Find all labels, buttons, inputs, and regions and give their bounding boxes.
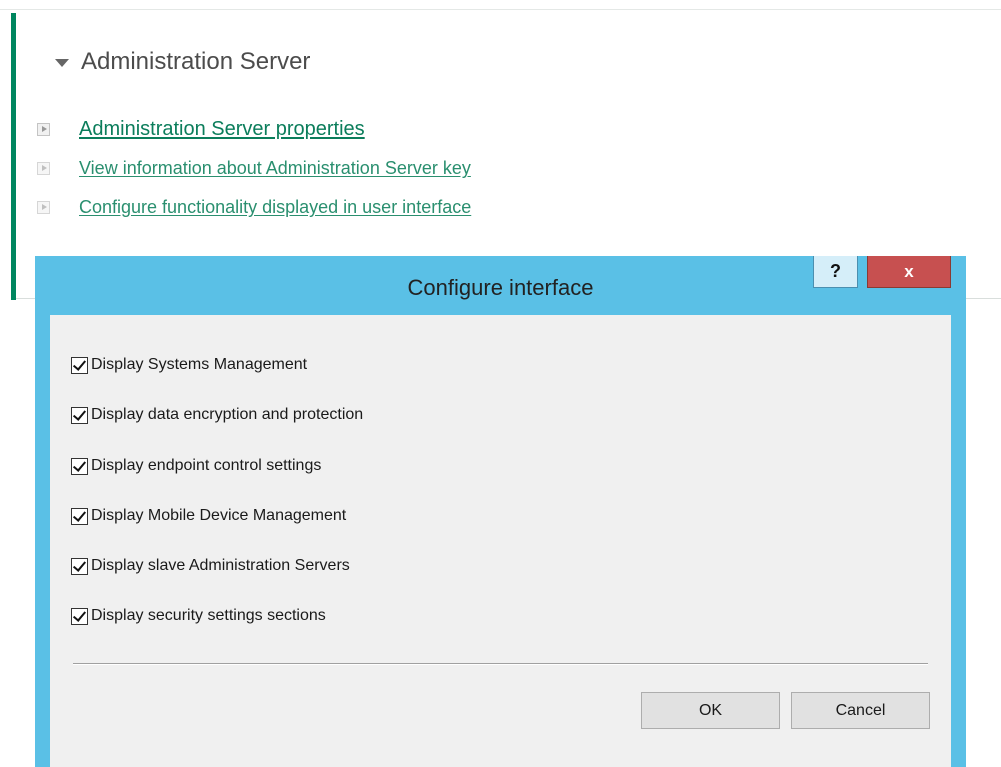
checkmark-icon[interactable] — [71, 607, 88, 625]
close-icon: x — [904, 261, 914, 281]
checkbox-data-encryption[interactable]: Display data encryption and protection — [71, 405, 363, 425]
cancel-button[interactable]: Cancel — [791, 692, 930, 729]
checkmark-icon[interactable] — [71, 406, 88, 424]
configure-interface-dialog: Configure interface ? x Display Systems … — [35, 256, 966, 767]
checkmark-icon[interactable] — [71, 457, 88, 475]
checkbox-label: Display slave Administration Servers — [91, 557, 350, 574]
checkmark-icon[interactable] — [71, 356, 88, 374]
dialog-separator — [73, 663, 928, 665]
dialog-body: Display Systems Management Display data … — [50, 315, 951, 767]
checkmark-icon[interactable] — [71, 557, 88, 575]
play-arrow-icon — [37, 162, 50, 175]
link-label[interactable]: View information about Administration Se… — [79, 158, 471, 179]
checkbox-slave-servers[interactable]: Display slave Administration Servers — [71, 556, 350, 576]
link-configure-functionality[interactable]: Configure functionality displayed in use… — [37, 197, 471, 218]
checkbox-label: Display Mobile Device Management — [91, 507, 347, 524]
help-icon: ? — [830, 261, 841, 281]
ok-button[interactable]: OK — [641, 692, 780, 729]
link-label[interactable]: Administration Server properties — [79, 118, 365, 141]
expand-triangle-icon[interactable] — [55, 59, 69, 67]
accent-bar — [11, 13, 16, 300]
checkbox-mobile-device-management[interactable]: Display Mobile Device Management — [71, 506, 346, 526]
checkbox-endpoint-control[interactable]: Display endpoint control settings — [71, 456, 321, 476]
checkmark-icon[interactable] — [71, 507, 88, 525]
play-arrow-icon — [37, 201, 50, 214]
checkbox-systems-management[interactable]: Display Systems Management — [71, 355, 307, 375]
checkbox-label: Display Systems Management — [91, 356, 308, 373]
top-border — [0, 0, 1001, 10]
help-button[interactable]: ? — [813, 256, 858, 288]
link-server-key-info[interactable]: View information about Administration Se… — [37, 158, 471, 179]
section-header[interactable]: Administration Server — [55, 46, 310, 78]
link-server-properties[interactable]: Administration Server properties — [37, 118, 365, 141]
close-button[interactable]: x — [867, 256, 951, 288]
checkbox-label: Display security settings sections — [91, 607, 326, 624]
checkbox-label: Display data encryption and protection — [91, 406, 364, 423]
checkbox-security-settings[interactable]: Display security settings sections — [71, 606, 326, 626]
section-title: Administration Server — [81, 48, 311, 75]
play-arrow-icon — [37, 123, 50, 136]
link-label[interactable]: Configure functionality displayed in use… — [79, 197, 471, 218]
checkbox-label: Display endpoint control settings — [91, 457, 322, 474]
